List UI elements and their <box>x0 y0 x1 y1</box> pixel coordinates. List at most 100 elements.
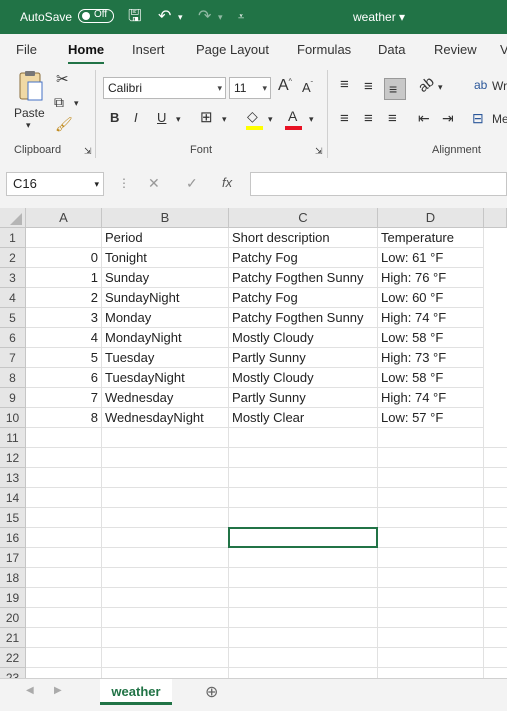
empty-rows-area[interactable] <box>26 428 507 678</box>
table-cell[interactable]: 8 <box>26 408 102 428</box>
underline-dropdown-icon[interactable]: ▾ <box>176 114 181 125</box>
selected-cell-c16[interactable] <box>228 527 378 548</box>
table-cell[interactable]: High: 73 °F <box>378 348 484 368</box>
table-cell[interactable]: Patchy Fog <box>229 248 378 268</box>
table-cell[interactable]: 1 <box>26 268 102 288</box>
column-header-e[interactable] <box>484 208 507 228</box>
tab-view[interactable]: V <box>500 42 507 57</box>
row-header[interactable]: 13 <box>0 468 26 488</box>
row-header[interactable]: 5 <box>0 308 26 328</box>
table-cell[interactable]: Low: 57 °F <box>378 408 484 428</box>
cell-d1[interactable]: Temperature <box>378 228 484 248</box>
row-header[interactable]: 20 <box>0 608 26 628</box>
align-bottom-button[interactable]: ≡ <box>384 78 406 100</box>
undo-icon[interactable]: ↶ <box>158 0 171 34</box>
cell-b1[interactable]: Period <box>102 228 229 248</box>
orientation-icon[interactable]: ab <box>415 73 437 95</box>
table-cell[interactable]: Mostly Cloudy <box>229 328 378 348</box>
table-cell[interactable]: Mostly Cloudy <box>229 368 378 388</box>
tab-insert[interactable]: Insert <box>132 42 165 57</box>
table-cell[interactable]: WednesdayNight <box>102 408 229 428</box>
table-cell[interactable]: Patchy Fog <box>229 288 378 308</box>
table-cell[interactable]: 5 <box>26 348 102 368</box>
scroll-left-icon[interactable]: ◀ <box>26 685 34 696</box>
table-cell[interactable]: High: 76 °F <box>378 268 484 288</box>
table-cell[interactable]: Low: 58 °F <box>378 328 484 348</box>
cut-icon[interactable]: ✂ <box>56 70 69 88</box>
row-header[interactable]: 23 <box>0 668 26 678</box>
copy-dropdown-icon[interactable]: ▾ <box>74 98 79 109</box>
row-header[interactable]: 7 <box>0 348 26 368</box>
table-cell[interactable]: Mostly Clear <box>229 408 378 428</box>
table-cell[interactable]: Monday <box>102 308 229 328</box>
table-cell[interactable]: Patchy Fogthen Sunny <box>229 308 378 328</box>
table-cell[interactable]: 3 <box>26 308 102 328</box>
paste-dropdown-icon[interactable]: ▾ <box>26 120 31 131</box>
orientation-dropdown-icon[interactable]: ▾ <box>438 82 443 93</box>
formula-input[interactable] <box>250 172 507 196</box>
add-sheet-icon[interactable]: ⊕ <box>205 682 218 702</box>
table-cell[interactable]: MondayNight <box>102 328 229 348</box>
row-header[interactable]: 8 <box>0 368 26 388</box>
table-cell[interactable]: 0 <box>26 248 102 268</box>
borders-icon[interactable]: ⊞ <box>200 108 213 126</box>
table-cell[interactable]: Tuesday <box>102 348 229 368</box>
table-cell[interactable]: Low: 58 °F <box>378 368 484 388</box>
undo-dropdown-icon[interactable]: ▾ <box>178 0 183 34</box>
select-all-corner[interactable] <box>0 208 26 228</box>
row-header[interactable]: 3 <box>0 268 26 288</box>
fill-color-dropdown-icon[interactable]: ▾ <box>268 114 273 125</box>
column-header-c[interactable]: C <box>229 208 378 228</box>
document-title[interactable]: weather ▾ <box>353 0 405 34</box>
table-cell[interactable]: Low: 60 °F <box>378 288 484 308</box>
row-header[interactable]: 17 <box>0 548 26 568</box>
row-header[interactable]: 15 <box>0 508 26 528</box>
save-icon[interactable]: 🖫 <box>128 0 142 34</box>
enter-icon[interactable]: ✓ <box>186 175 198 192</box>
align-top-icon[interactable]: ≡ <box>340 76 349 93</box>
merge-center-icon[interactable]: ⊟ <box>472 110 484 127</box>
row-header[interactable]: 19 <box>0 588 26 608</box>
copy-icon[interactable]: ⧉ <box>54 94 64 111</box>
row-header[interactable]: 11 <box>0 428 26 448</box>
paste-icon[interactable] <box>16 70 44 102</box>
font-color-dropdown-icon[interactable]: ▾ <box>309 114 314 125</box>
tab-review[interactable]: Review <box>434 42 477 57</box>
row-header[interactable]: 10 <box>0 408 26 428</box>
cancel-icon[interactable]: ✕ <box>148 175 160 192</box>
table-cell[interactable]: Wednesday <box>102 388 229 408</box>
decrease-font-icon[interactable]: Aˇ <box>302 80 313 95</box>
paste-label[interactable]: Paste <box>14 106 45 120</box>
row-header[interactable]: 22 <box>0 648 26 668</box>
row-header[interactable]: 4 <box>0 288 26 308</box>
font-name-select[interactable]: Calibri ▾ <box>103 77 226 99</box>
table-cell[interactable]: 6 <box>26 368 102 388</box>
table-cell[interactable]: High: 74 °F <box>378 388 484 408</box>
row-header[interactable]: 16 <box>0 528 26 548</box>
row-header[interactable]: 12 <box>0 448 26 468</box>
cell-a1[interactable] <box>26 228 102 248</box>
table-cell[interactable]: Sunday <box>102 268 229 288</box>
merge-center-label[interactable]: Me <box>492 112 507 126</box>
tab-formulas[interactable]: Formulas <box>297 42 351 57</box>
wrap-text-icon[interactable]: ab <box>474 78 487 92</box>
tab-data[interactable]: Data <box>378 42 405 57</box>
column-header-d[interactable]: D <box>378 208 484 228</box>
table-cell[interactable]: Tonight <box>102 248 229 268</box>
align-left-icon[interactable]: ≡ <box>340 110 349 127</box>
column-header-b[interactable]: B <box>102 208 229 228</box>
table-cell[interactable]: 7 <box>26 388 102 408</box>
table-cell[interactable]: Low: 61 °F <box>378 248 484 268</box>
wrap-text-label[interactable]: Wr <box>492 79 507 93</box>
fill-color-icon[interactable]: ◇ <box>247 108 258 125</box>
table-cell[interactable]: High: 74 °F <box>378 308 484 328</box>
row-header[interactable]: 14 <box>0 488 26 508</box>
table-cell[interactable]: 4 <box>26 328 102 348</box>
clipboard-launcher-icon[interactable]: ⇲ <box>84 146 92 157</box>
insert-function-icon[interactable]: fx <box>222 175 232 190</box>
sheet-tab-weather[interactable]: weather <box>100 679 172 705</box>
format-painter-icon[interactable]: 🖌 <box>55 116 73 133</box>
row-header[interactable]: 6 <box>0 328 26 348</box>
align-middle-icon[interactable]: ≡ <box>364 78 373 95</box>
increase-indent-icon[interactable]: ⇥ <box>442 110 454 127</box>
